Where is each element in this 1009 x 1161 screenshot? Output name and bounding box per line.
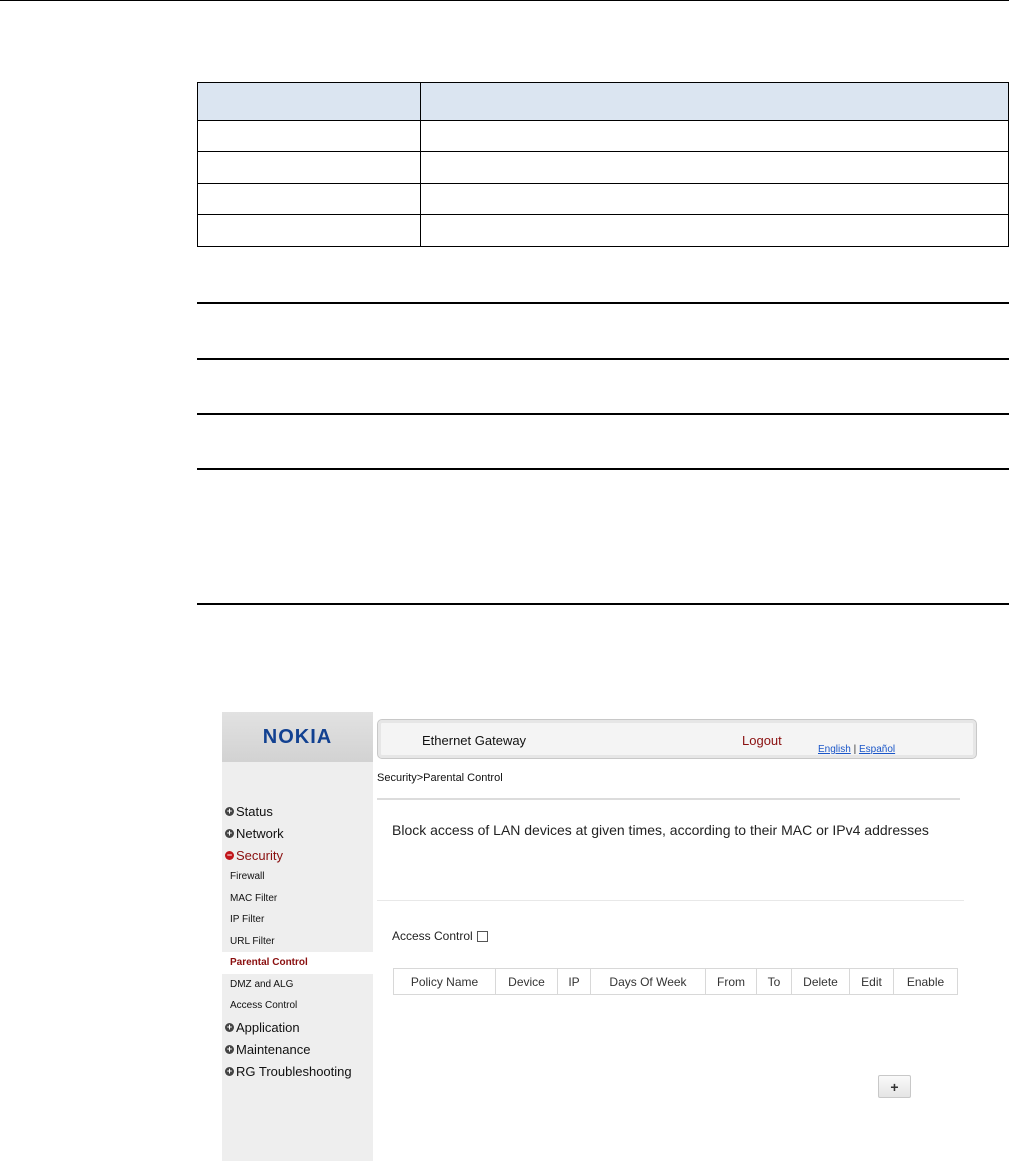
note-rule (197, 413, 1009, 415)
logout-link[interactable]: Logout (742, 733, 782, 748)
sidebar-item-label: RG Troubleshooting (236, 1064, 352, 1079)
sidebar-item-maintenance[interactable]: + Maintenance (222, 1039, 373, 1061)
header-bar: Ethernet Gateway Logout English | Españo… (377, 719, 977, 759)
sidebar-subitem-access-control[interactable]: Access Control (222, 995, 373, 1017)
plus-circle-icon: + (225, 1044, 234, 1054)
table-cell (420, 182, 1009, 216)
column-header-to: To (756, 968, 792, 995)
table-header-row (197, 82, 1009, 121)
sidebar-item-network[interactable]: + Network (222, 822, 373, 844)
parameter-table (197, 82, 1009, 247)
table-cell (197, 151, 421, 184)
section-divider (377, 900, 964, 901)
column-header-device: Device (495, 968, 558, 995)
access-control-checkbox[interactable] (476, 930, 488, 942)
espanol-link[interactable]: Español (859, 744, 895, 755)
sidebar-subitem-parental-control[interactable]: Parental Control (222, 952, 373, 974)
sidebar-item-label: Status (236, 803, 273, 819)
sidebar-item-label: Maintenance (236, 1042, 311, 1057)
breadcrumb: Security>Parental Control (377, 772, 503, 784)
note-rule (197, 468, 1009, 470)
table-header-cell (420, 82, 1009, 121)
gateway-screenshot: NOKIA + Status + Network − Security Fire… (222, 712, 983, 1161)
table-cell (420, 119, 1009, 153)
sidebar-item-label: Network (236, 825, 284, 841)
column-header-enable: Enable (893, 968, 958, 995)
table-row (197, 182, 1009, 216)
note-rule (197, 358, 1009, 360)
breadcrumb-divider (377, 798, 960, 800)
sidebar-subitem-url-filter[interactable]: URL Filter (222, 931, 373, 953)
sidebar: NOKIA + Status + Network − Security Fire… (222, 712, 373, 1161)
add-policy-button[interactable]: + (878, 1075, 911, 1098)
column-header-delete: Delete (791, 968, 850, 995)
sidebar-subitem-firewall[interactable]: Firewall (222, 866, 373, 888)
nokia-logo: NOKIA (262, 725, 333, 748)
sidebar-item-application[interactable]: + Application (222, 1017, 373, 1039)
table-cell (197, 182, 421, 216)
plus-circle-icon: + (225, 1022, 234, 1032)
plus-icon: + (890, 1078, 899, 1095)
sidebar-item-label: Application (236, 1020, 300, 1035)
language-switcher: English | Español (818, 744, 895, 755)
sidebar-subitem-dmz-and-alg[interactable]: DMZ and ALG (222, 974, 373, 996)
table-row (197, 119, 1009, 153)
page-description: Block access of LAN devices at given tim… (392, 822, 929, 838)
minus-circle-icon: − (225, 849, 234, 860)
column-header-from: From (705, 968, 757, 995)
access-control-label: Access Control (392, 929, 473, 943)
table-row (197, 151, 1009, 184)
note-rule (197, 302, 1009, 304)
header-title: Ethernet Gateway (422, 733, 527, 748)
table-header-cell (197, 82, 421, 121)
sidebar-item-security[interactable]: − Security (222, 844, 373, 866)
sidebar-subitem-mac-filter[interactable]: MAC Filter (222, 888, 373, 910)
access-control-row: Access Control (392, 929, 488, 943)
column-header-days-of-week: Days Of Week (590, 968, 706, 995)
policy-table: Policy Name Device IP Days Of Week From … (393, 968, 958, 995)
language-separator: | (850, 744, 859, 755)
column-header-edit: Edit (849, 968, 894, 995)
logo-bar: NOKIA (222, 712, 373, 762)
english-link[interactable]: English (818, 744, 851, 755)
note-rule (197, 603, 1009, 605)
plus-circle-icon: + (225, 1066, 234, 1076)
table-cell (197, 214, 421, 247)
sidebar-item-status[interactable]: + Status (222, 800, 373, 822)
column-header-policy-name: Policy Name (393, 968, 496, 995)
table-cell (197, 119, 421, 153)
plus-circle-icon: + (225, 805, 234, 816)
table-cell (420, 214, 1009, 247)
sidebar-item-rg-troubleshooting[interactable]: + RG Troubleshooting (222, 1061, 373, 1083)
sidebar-nav: + Status + Network − Security Firewall M… (222, 800, 373, 1083)
page-top-rule (0, 0, 1009, 1)
table-cell (420, 151, 1009, 184)
table-row (197, 214, 1009, 247)
policy-header-row: Policy Name Device IP Days Of Week From … (393, 968, 958, 995)
sidebar-subitem-ip-filter[interactable]: IP Filter (222, 909, 373, 931)
column-header-ip: IP (557, 968, 591, 995)
sidebar-item-label: Security (236, 847, 283, 863)
plus-circle-icon: + (225, 827, 234, 838)
